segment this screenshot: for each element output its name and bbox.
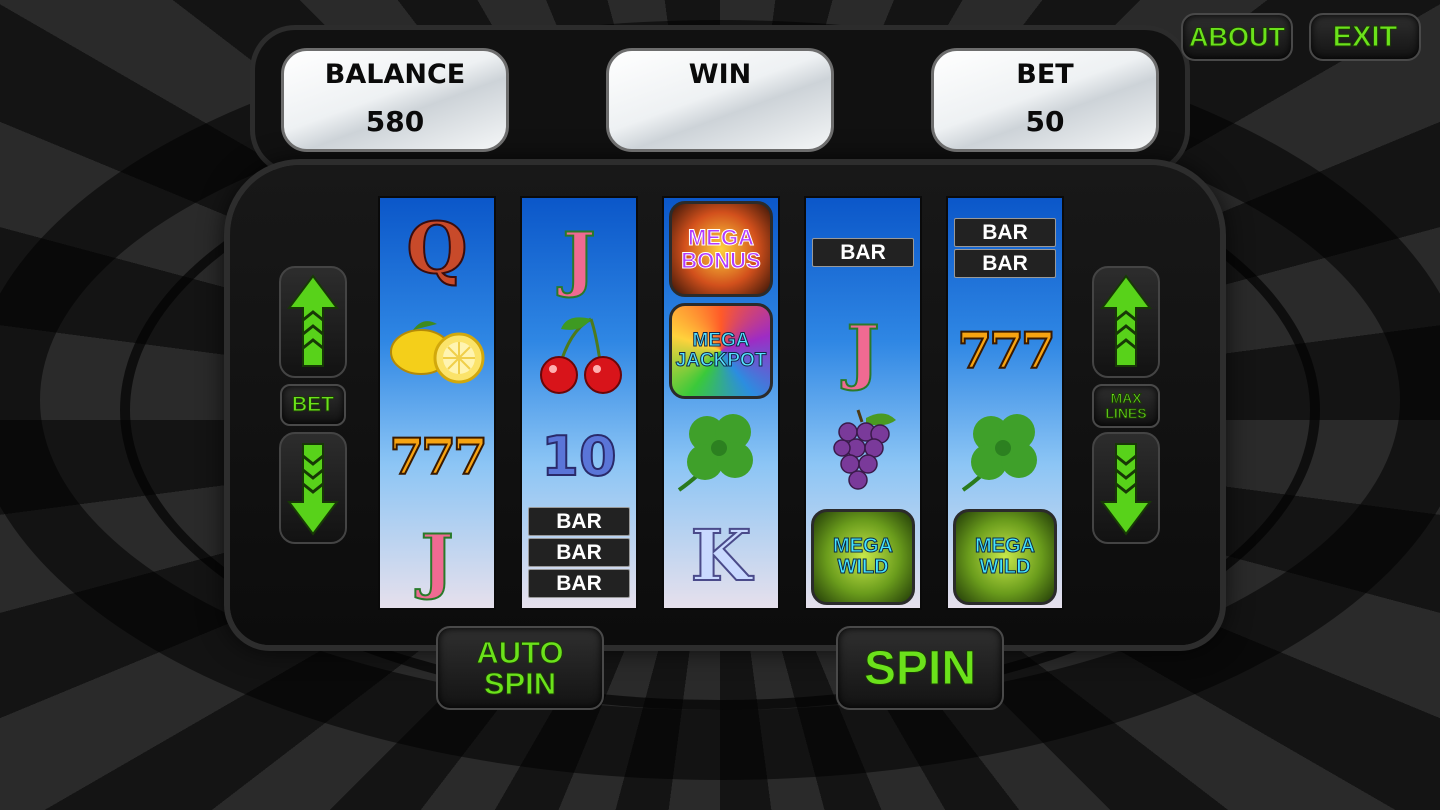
bet-button[interactable]: BET: [280, 384, 346, 426]
reel-4: BAR J MEGA WILD: [804, 196, 922, 610]
mega-text: MEGA: [975, 535, 1036, 557]
reel-1: Q 777 J: [378, 196, 496, 610]
lines-decrease-button[interactable]: [1092, 432, 1160, 544]
symbol-double-bar: BAR BAR: [948, 216, 1062, 280]
mega-text: MEGA: [833, 535, 894, 557]
bet-label: BET: [1016, 59, 1074, 90]
about-button[interactable]: ABOUT: [1181, 13, 1293, 61]
about-label: ABOUT: [1189, 21, 1286, 52]
balance-label: BALANCE: [324, 59, 466, 90]
reel-2: J 10 BAR BAR BAR: [520, 196, 638, 610]
bar-label: BAR: [812, 238, 914, 267]
symbol-mega-bonus: MEGA BONUS: [664, 200, 778, 298]
arrow-up-icon: [287, 274, 339, 367]
mega-wild-tile: MEGA WILD: [811, 509, 915, 605]
spin-label: SPIN: [863, 641, 977, 695]
symbol-k-text: K: [690, 514, 753, 597]
symbol-lemon: [380, 306, 494, 398]
win-panel: WIN: [606, 48, 834, 152]
cherries-icon: [540, 317, 622, 394]
symbol-j-text: J: [419, 519, 454, 602]
bet-panel: BET 50: [931, 48, 1159, 152]
symbol-q: Q: [380, 204, 494, 294]
mega-bonus-tile: MEGA BONUS: [669, 201, 773, 297]
bet-decrease-button[interactable]: [279, 432, 347, 544]
auto-spin-label-auto: AUTO: [476, 635, 564, 670]
symbol-mega-jackpot: MEGA JACKPOT: [664, 302, 778, 400]
symbol-sevens-text: 777: [388, 426, 488, 487]
bar-label: BAR: [954, 218, 1056, 247]
balance-value: 580: [365, 105, 425, 138]
symbol-j: J: [522, 214, 636, 304]
symbol-j: J: [380, 516, 494, 606]
reel-5: BAR BAR 777 MEGA WILD: [946, 196, 1064, 610]
jackpot-text: JACKPOT: [675, 350, 767, 371]
balance-panel: BALANCE 580: [281, 48, 509, 152]
arrow-down-icon: [1100, 443, 1152, 536]
auto-spin-button[interactable]: AUTO SPIN: [436, 626, 604, 710]
bar-label: BAR: [954, 249, 1056, 278]
win-label: WIN: [688, 59, 752, 90]
symbol-sevens: 777: [948, 302, 1062, 398]
mega-text: MEGA: [692, 330, 750, 352]
clover-icon: [677, 414, 753, 492]
arrow-up-icon: [1100, 274, 1152, 367]
mega-wild-tile: MEGA WILD: [953, 509, 1057, 605]
symbol-ten: 10: [522, 412, 636, 500]
symbol-triple-bar: BAR BAR BAR: [522, 505, 636, 600]
symbol-clover: [948, 404, 1062, 500]
mega-text: MEGA: [687, 224, 754, 250]
symbol-sevens-text: 777: [956, 320, 1056, 381]
exit-button[interactable]: EXIT: [1309, 13, 1421, 61]
lemon-icon: [390, 321, 485, 384]
symbol-mega-wild: MEGA WILD: [806, 506, 920, 608]
symbol-mega-wild: MEGA WILD: [948, 506, 1062, 608]
bar-label: BAR: [528, 507, 630, 536]
reel-3: MEGA BONUS MEGA JACKPOT K: [662, 196, 780, 610]
auto-spin-label-spin: SPIN: [483, 666, 557, 701]
symbol-ten-text: 10: [540, 424, 617, 489]
symbol-q-text: Q: [406, 207, 469, 290]
symbol-single-bar: BAR: [806, 236, 920, 269]
lines-increase-button[interactable]: [1092, 266, 1160, 378]
clover-icon: [961, 414, 1037, 492]
symbol-j-text: J: [561, 217, 596, 300]
bet-control-label: BET: [292, 393, 335, 417]
symbol-sevens: 777: [380, 410, 494, 502]
bet-increase-button[interactable]: [279, 266, 347, 378]
bet-value: 50: [1025, 105, 1065, 138]
max-lines-label-max: MAX: [1110, 389, 1142, 406]
symbol-clover: [664, 404, 778, 500]
symbol-j-text: J: [845, 310, 880, 393]
wild-text: WILD: [837, 556, 889, 578]
symbol-grapes: [806, 402, 920, 502]
max-lines-label-lines: LINES: [1105, 405, 1147, 422]
symbol-k: K: [664, 510, 778, 602]
bar-label: BAR: [528, 538, 630, 567]
arrow-down-icon: [287, 443, 339, 536]
spin-button[interactable]: SPIN: [836, 626, 1004, 710]
max-lines-button[interactable]: MAX LINES: [1092, 384, 1160, 428]
bonus-text: BONUS: [681, 248, 761, 273]
bar-label: BAR: [528, 569, 630, 598]
mega-jackpot-tile: MEGA JACKPOT: [669, 303, 773, 399]
symbol-j: J: [806, 306, 920, 398]
symbol-cherries: [522, 308, 636, 400]
wild-text: WILD: [979, 556, 1031, 578]
grapes-icon: [833, 409, 896, 490]
exit-label: EXIT: [1332, 20, 1398, 53]
